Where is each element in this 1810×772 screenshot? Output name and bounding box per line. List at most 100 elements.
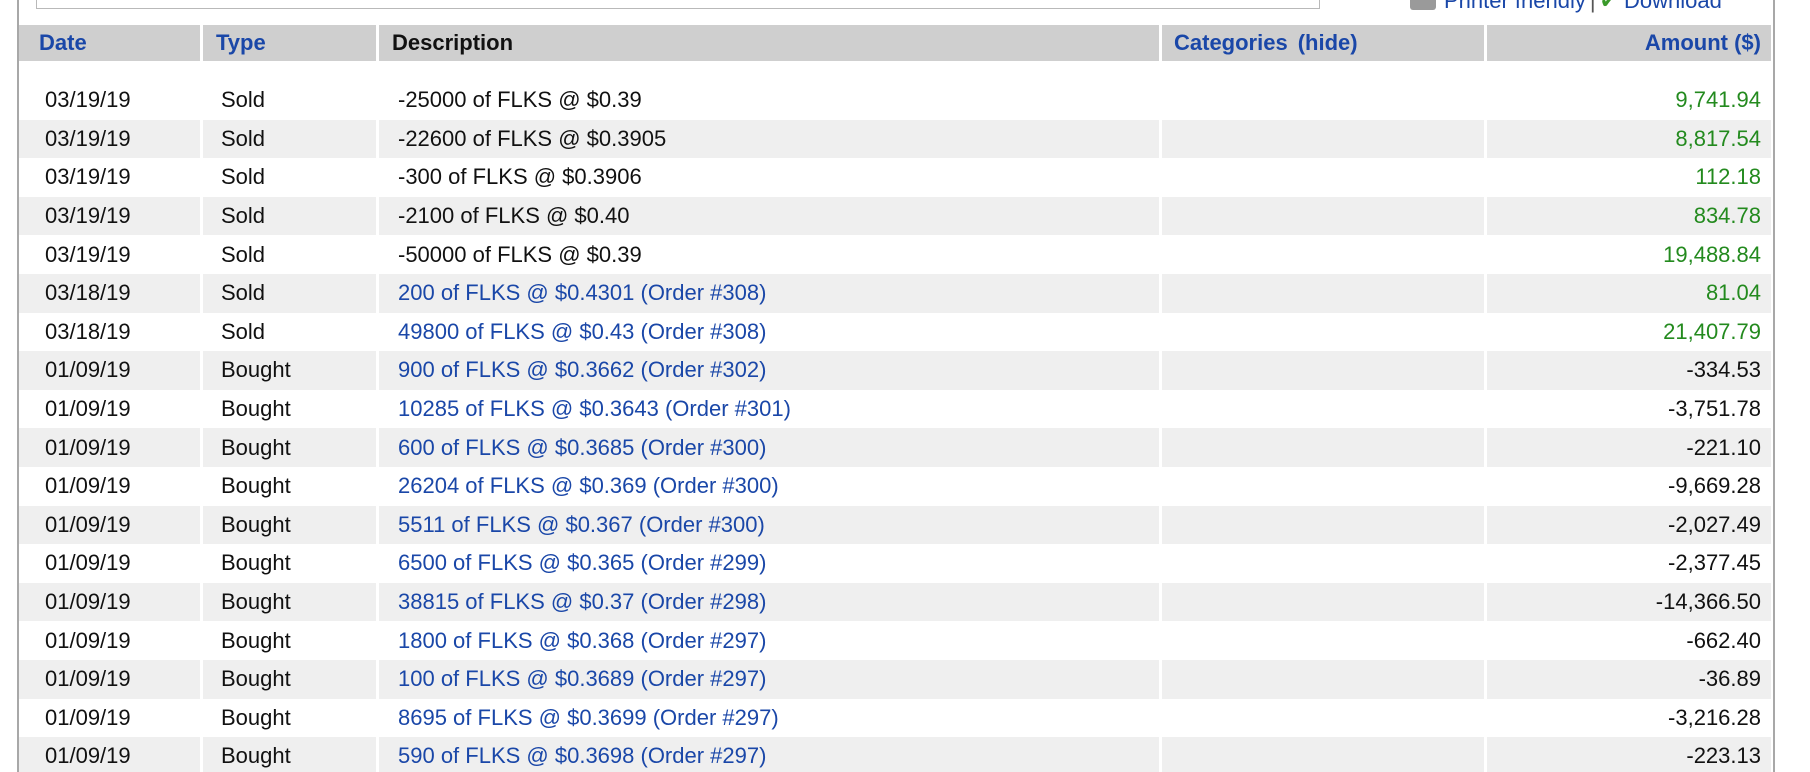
- order-link[interactable]: 49800 of FLKS @ $0.43 (Order #308): [398, 319, 766, 344]
- cell-type: Sold: [203, 81, 379, 120]
- table-row: 01/09/19 Bought 26204 of FLKS @ $0.369 (Or…: [19, 466, 1771, 506]
- cell-amount: 81.04: [1487, 273, 1771, 313]
- sort-by-amount-link[interactable]: Amount ($): [1645, 30, 1761, 55]
- printer-icon[interactable]: [1410, 0, 1436, 10]
- cell-description: -22600 of FLKS @ $0.3905: [379, 119, 1162, 159]
- amount-value: -14,366.50: [1655, 589, 1761, 615]
- description-text: -25000 of FLKS @ $0.39: [398, 87, 642, 113]
- cell-type: Sold: [203, 119, 379, 159]
- cell-date: 01/09/19: [19, 505, 203, 545]
- order-link[interactable]: 8695 of FLKS @ $0.3699 (Order #297): [398, 705, 779, 730]
- page: Printer friendly | ✔ Download Date Type Des…: [0, 0, 1810, 772]
- cell-categories: [1162, 505, 1487, 545]
- cell-categories: [1162, 582, 1487, 622]
- order-link[interactable]: 900 of FLKS @ $0.3662 (Order #302): [398, 357, 766, 382]
- amount-value: -662.40: [1686, 627, 1761, 653]
- sort-by-type-link[interactable]: Type: [216, 30, 266, 55]
- order-link[interactable]: 590 of FLKS @ $0.3698 (Order #297): [398, 743, 766, 768]
- order-link[interactable]: 10285 of FLKS @ $0.3643 (Order #301): [398, 396, 791, 421]
- cell-amount: -221.10: [1487, 428, 1771, 467]
- table-spacer: [19, 61, 1771, 81]
- table-row: 03/19/19 Sold -2100 of FLKS @ $0.40 834.78: [19, 196, 1771, 236]
- cell-description: 900 of FLKS @ $0.3662 (Order #302): [379, 351, 1162, 390]
- cell-amount: -14,366.50: [1487, 582, 1771, 622]
- amount-value: -2,377.45: [1668, 550, 1761, 576]
- cell-categories: [1162, 428, 1487, 467]
- cell-amount: 21,407.79: [1487, 312, 1771, 352]
- cell-description: 590 of FLKS @ $0.3698 (Order #297): [379, 737, 1162, 772]
- table-body: 03/19/19 Sold -25000 of FLKS @ $0.39 9,741.…: [19, 61, 1771, 772]
- amount-value: -3,216.28: [1668, 704, 1761, 730]
- order-link[interactable]: 38815 of FLKS @ $0.37 (Order #298): [398, 589, 766, 614]
- cell-categories: [1162, 119, 1487, 159]
- amount-value: -221.10: [1686, 434, 1761, 460]
- download-icon[interactable]: ✔: [1600, 0, 1618, 14]
- cell-date: 03/19/19: [19, 235, 203, 274]
- amount-value: 8,817.54: [1675, 125, 1761, 151]
- cell-amount: -2,377.45: [1487, 544, 1771, 583]
- filter-box[interactable]: [36, 0, 1320, 9]
- amount-value: 81.04: [1705, 280, 1761, 306]
- order-link[interactable]: 200 of FLKS @ $0.4301 (Order #308): [398, 280, 766, 305]
- table-row: 03/19/19 Sold -50000 of FLKS @ $0.39 19,488…: [19, 235, 1771, 274]
- column-header-amount[interactable]: Amount ($): [1487, 25, 1771, 61]
- cell-date: 03/19/19: [19, 158, 203, 197]
- cell-type: Bought: [203, 466, 379, 506]
- amount-value: -334.53: [1686, 357, 1761, 383]
- amount-value: 834.78: [1693, 203, 1761, 229]
- cell-amount: 834.78: [1487, 196, 1771, 236]
- description-text: -300 of FLKS @ $0.3906: [398, 164, 642, 190]
- cell-description: 600 of FLKS @ $0.3685 (Order #300): [379, 428, 1162, 467]
- toolbar-separator: |: [1589, 0, 1596, 13]
- table-row: 01/09/19 Bought 8695 of FLKS @ $0.3699 (Or…: [19, 698, 1771, 738]
- printer-friendly-link[interactable]: Printer friendly: [1444, 0, 1586, 13]
- cell-description: 6500 of FLKS @ $0.365 (Order #299): [379, 544, 1162, 583]
- cell-amount: -3,751.78: [1487, 389, 1771, 429]
- cell-type: Sold: [203, 312, 379, 352]
- cell-date: 03/18/19: [19, 273, 203, 313]
- table-row: 01/09/19 Bought 6500 of FLKS @ $0.365 (Ord…: [19, 544, 1771, 583]
- cell-amount: 8,817.54: [1487, 119, 1771, 159]
- order-link[interactable]: 5511 of FLKS @ $0.367 (Order #300): [398, 512, 765, 537]
- amount-value: 21,407.79: [1663, 318, 1761, 344]
- cell-amount: 9,741.94: [1487, 81, 1771, 120]
- column-header-type[interactable]: Type: [203, 25, 379, 61]
- table-row: 01/09/19 Bought 590 of FLKS @ $0.3698 (Ord…: [19, 737, 1771, 772]
- order-link[interactable]: 100 of FLKS @ $0.3689 (Order #297): [398, 666, 766, 691]
- download-link[interactable]: Download: [1624, 0, 1722, 13]
- column-header-categories: Categories (hide): [1162, 25, 1487, 61]
- cell-amount: -9,669.28: [1487, 466, 1771, 506]
- order-link[interactable]: 600 of FLKS @ $0.3685 (Order #300): [398, 435, 766, 460]
- cell-categories: [1162, 312, 1487, 352]
- cell-type: Bought: [203, 698, 379, 738]
- cell-type: Bought: [203, 582, 379, 622]
- cell-categories: [1162, 698, 1487, 738]
- cell-categories: [1162, 466, 1487, 506]
- cell-amount: -3,216.28: [1487, 698, 1771, 738]
- cell-type: Bought: [203, 428, 379, 467]
- hide-categories-link[interactable]: (hide): [1298, 30, 1358, 55]
- cell-categories: [1162, 737, 1487, 772]
- cell-amount: 112.18: [1487, 158, 1771, 197]
- order-link[interactable]: 26204 of FLKS @ $0.369 (Order #300): [398, 473, 779, 498]
- cell-categories: [1162, 544, 1487, 583]
- description-text: -2100 of FLKS @ $0.40: [398, 203, 630, 229]
- cell-date: 01/09/19: [19, 582, 203, 622]
- cell-type: Sold: [203, 196, 379, 236]
- amount-value: -3,751.78: [1668, 396, 1761, 422]
- cell-date: 03/19/19: [19, 81, 203, 120]
- amount-value: -36.89: [1698, 666, 1761, 692]
- toolbar-links: Printer friendly | ✔ Download: [1410, 0, 1722, 14]
- order-link[interactable]: 1800 of FLKS @ $0.368 (Order #297): [398, 628, 766, 653]
- sort-by-date-link[interactable]: Date: [39, 30, 87, 55]
- cell-description: 26204 of FLKS @ $0.369 (Order #300): [379, 466, 1162, 506]
- cell-date: 01/09/19: [19, 389, 203, 429]
- cell-amount: -223.13: [1487, 737, 1771, 772]
- cell-amount: 19,488.84: [1487, 235, 1771, 274]
- cell-categories: [1162, 158, 1487, 197]
- column-header-date[interactable]: Date: [19, 25, 203, 61]
- order-link[interactable]: 6500 of FLKS @ $0.365 (Order #299): [398, 550, 766, 575]
- transactions-table: Date Type Description Categories (hide) A…: [19, 25, 1771, 772]
- cell-type: Bought: [203, 544, 379, 583]
- sort-by-categories-link[interactable]: Categories: [1174, 30, 1288, 55]
